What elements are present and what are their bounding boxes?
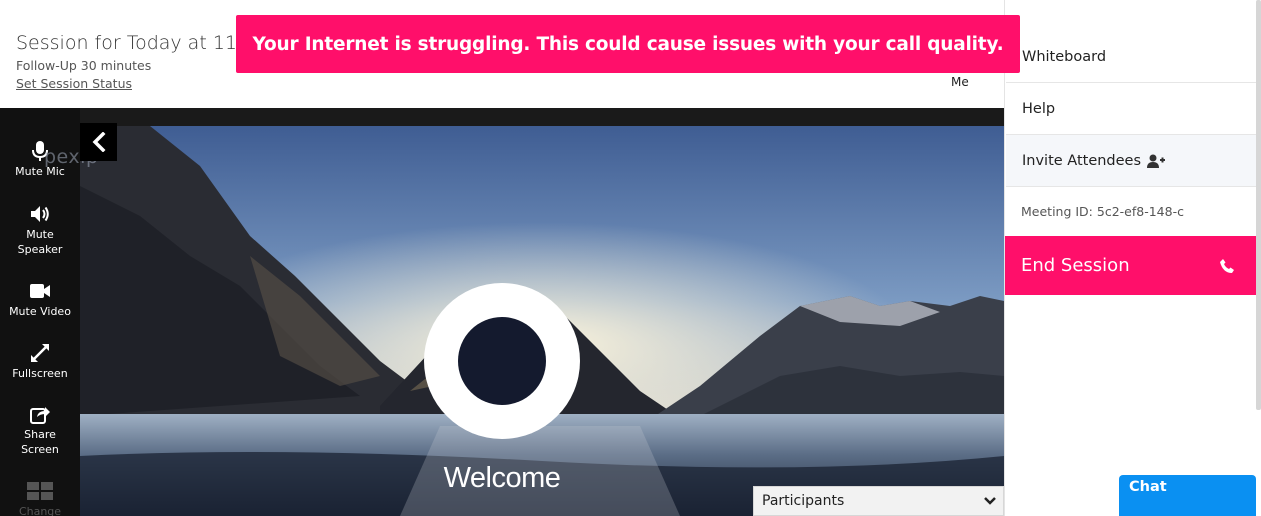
meeting-id: Meeting ID: 5c2-ef8-148-c: [1021, 204, 1184, 219]
add-user-icon: [1147, 154, 1166, 168]
chevron-left-icon: [92, 132, 105, 152]
fullscreen-button[interactable]: Fullscreen: [0, 342, 80, 381]
followup-text: Follow-Up 30 minutes: [16, 58, 152, 73]
share-screen-label: Share Screen: [21, 428, 59, 456]
video-top-bar: [80, 108, 1004, 126]
invite-attendees-label: Invite Attendees: [1022, 152, 1142, 169]
page-scrollbar[interactable]: [1256, 0, 1261, 410]
internet-warning-banner: Your Internet is struggling. This could …: [236, 15, 1020, 73]
collapse-toolbar-button[interactable]: [80, 123, 117, 161]
set-session-status-link[interactable]: Set Session Status: [16, 76, 132, 91]
whiteboard-button[interactable]: Whiteboard: [1006, 31, 1256, 83]
expand-icon: [31, 344, 49, 362]
call-toolbar: Mute Mic Mute Speaker Mute Video Fullscr…: [0, 108, 80, 516]
layout-grid-icon: [27, 482, 53, 500]
invite-attendees-button[interactable]: Invite Attendees: [1006, 135, 1256, 187]
right-panel: Whiteboard Help Invite Attendees Meeting…: [1004, 0, 1261, 516]
phone-icon: [1220, 258, 1234, 273]
video-camera-icon: [30, 284, 50, 298]
help-button[interactable]: Help: [1006, 83, 1256, 135]
fullscreen-label: Fullscreen: [12, 367, 68, 380]
internet-warning-text: Your Internet is struggling. This could …: [252, 33, 1004, 55]
participants-dropdown[interactable]: Participants: [753, 486, 1004, 516]
chevron-down-icon: [984, 497, 996, 505]
whiteboard-label: Whiteboard: [1022, 48, 1107, 65]
participants-label: Participants: [762, 493, 845, 509]
mute-speaker-label: Mute Speaker: [17, 228, 63, 256]
me-label: Me: [951, 75, 969, 89]
help-label: Help: [1022, 100, 1056, 117]
chat-label: Chat: [1129, 479, 1167, 495]
chat-button[interactable]: Chat: [1119, 475, 1256, 516]
mute-video-label: Mute Video: [9, 305, 71, 318]
welcome-text: Welcome: [443, 462, 561, 494]
change-layout-button[interactable]: Change: [0, 480, 80, 516]
change-layout-label: Change: [18, 505, 62, 516]
end-session-label: End Session: [1021, 255, 1130, 276]
share-icon: [30, 407, 50, 424]
welcome-logo: [424, 283, 580, 439]
speaker-icon: [31, 206, 49, 222]
mute-speaker-button[interactable]: Mute Speaker: [0, 203, 80, 257]
mute-video-button[interactable]: Mute Video: [0, 280, 80, 319]
end-session-button[interactable]: End Session: [1005, 236, 1256, 295]
share-screen-button[interactable]: Share Screen: [0, 403, 80, 457]
